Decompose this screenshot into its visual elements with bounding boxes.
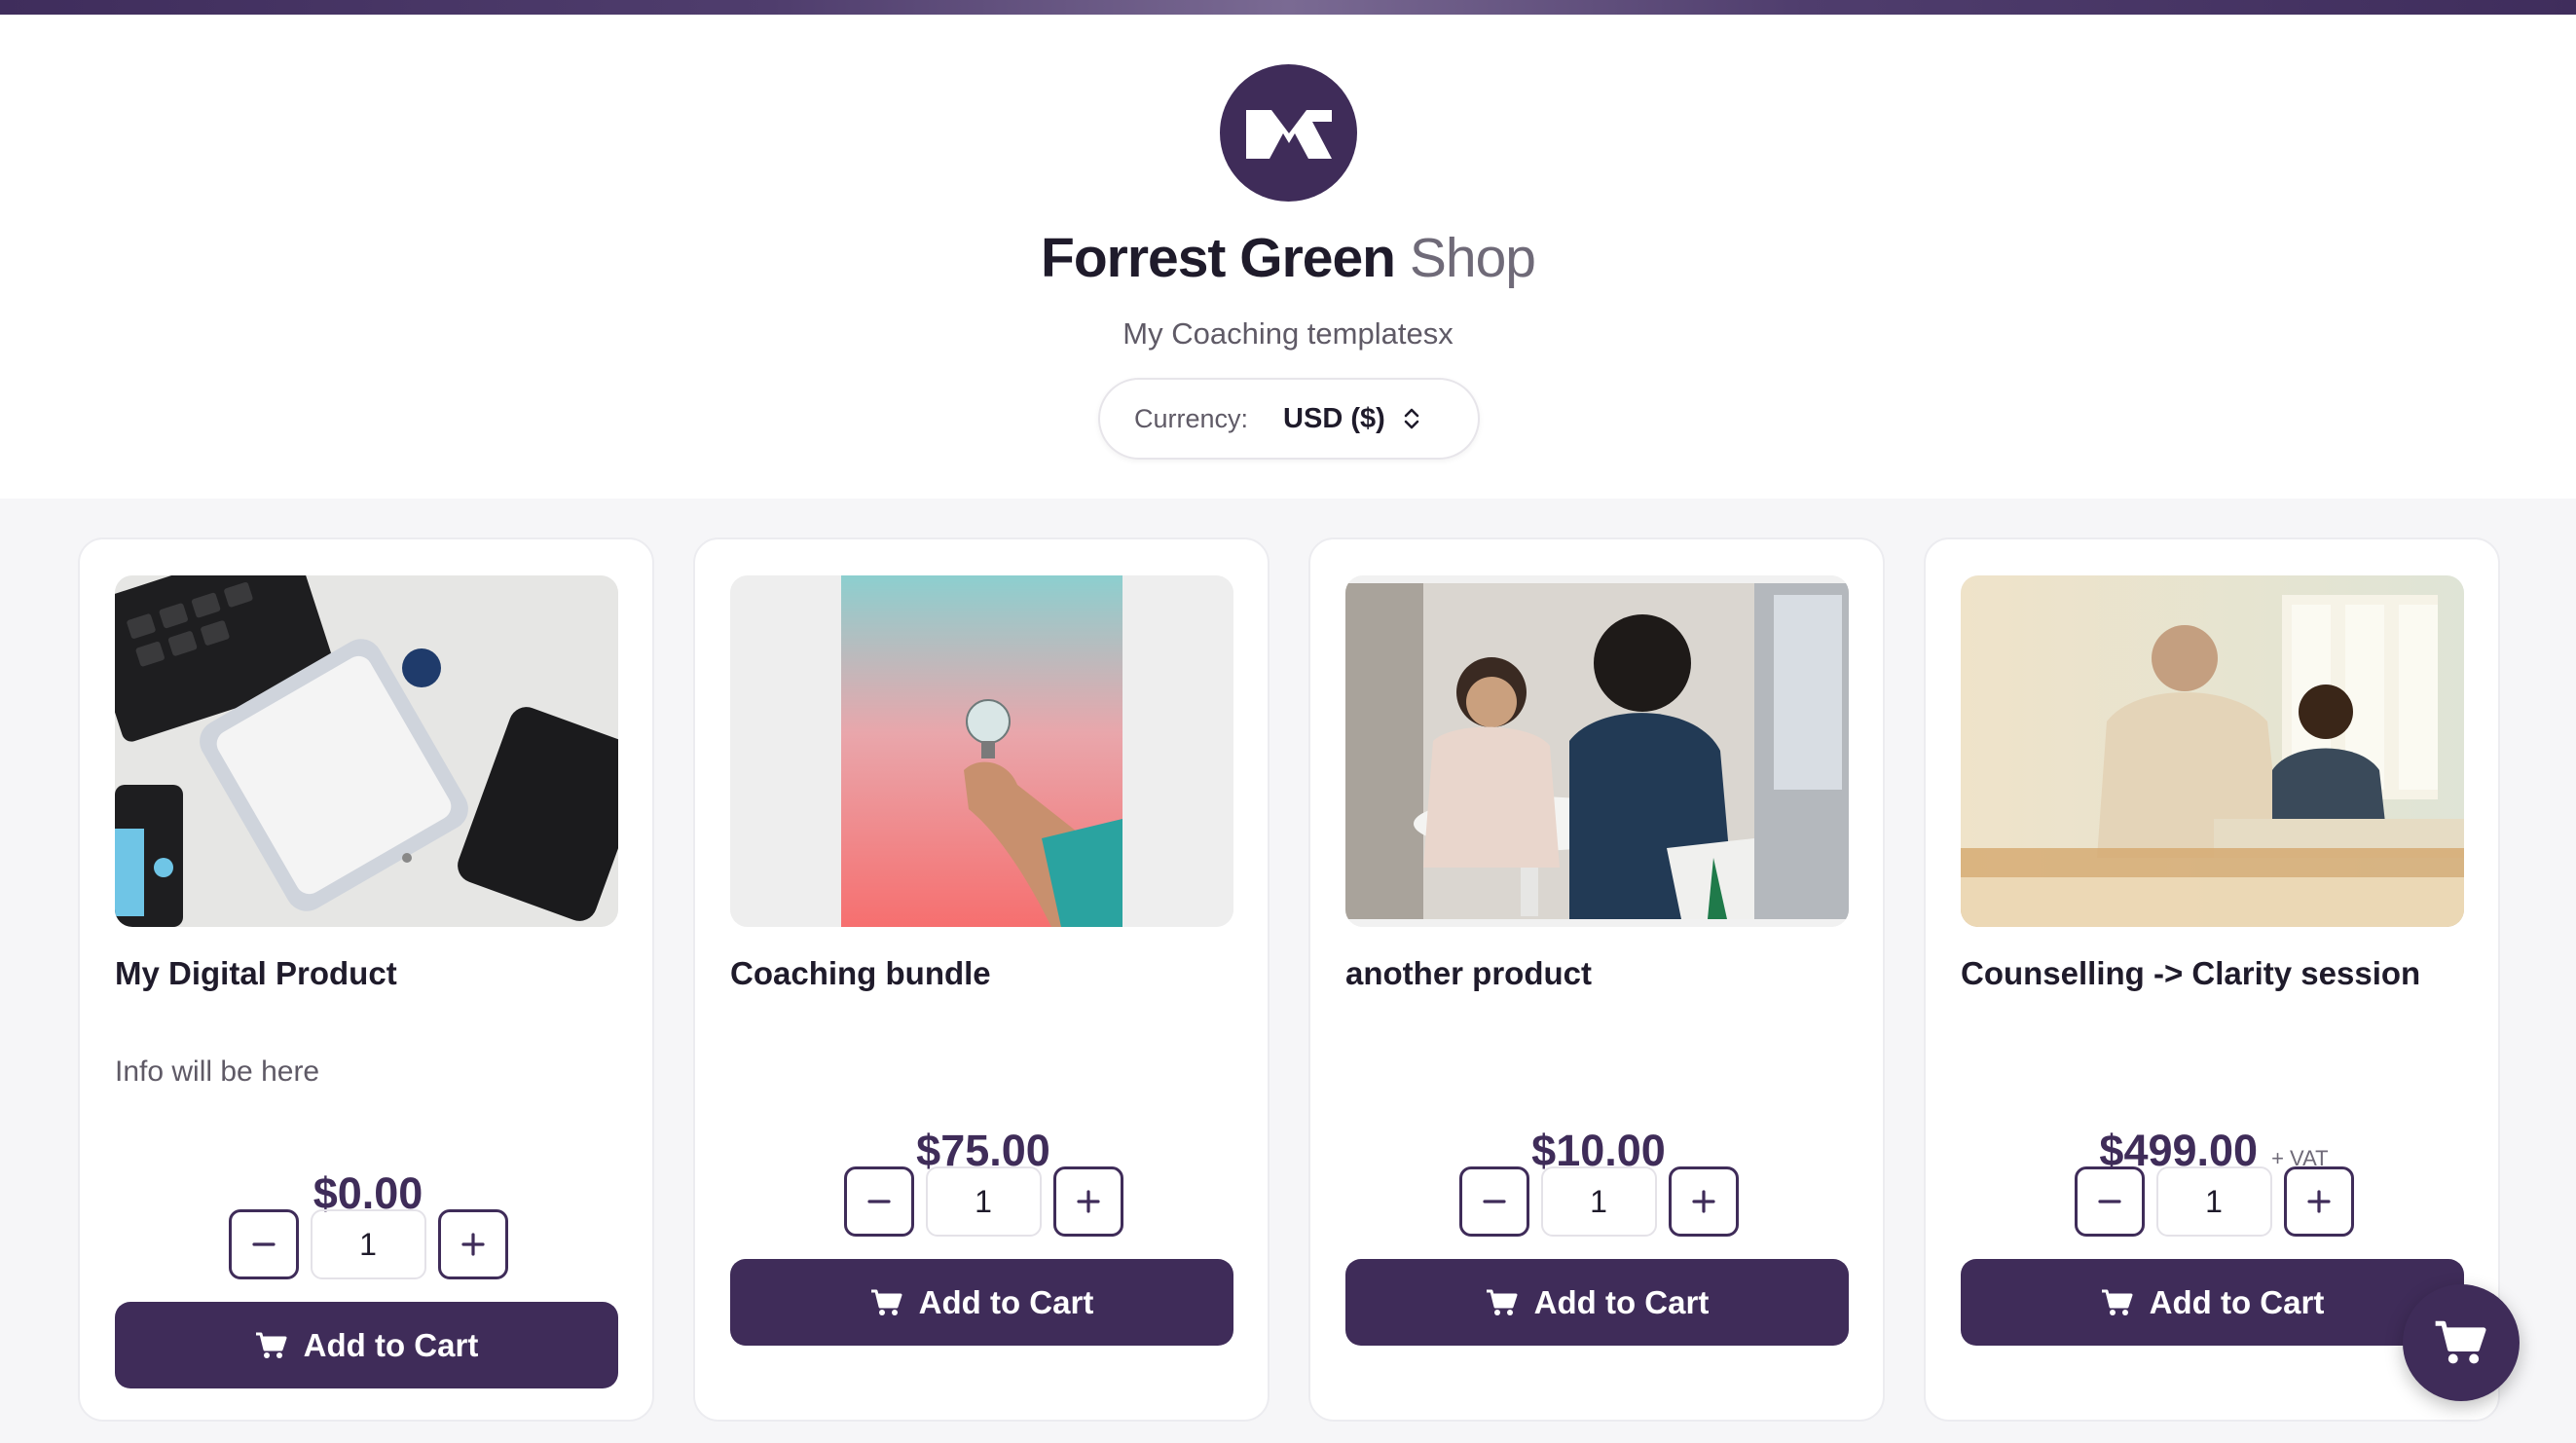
shop-name: Forrest Green: [1041, 227, 1396, 289]
shop-suffix: Shop: [1409, 227, 1536, 289]
minus-icon: [1482, 1200, 1506, 1203]
product-info: Info will be here: [115, 1055, 320, 1088]
add-to-cart-button[interactable]: Add to Cart: [115, 1302, 618, 1388]
shop-header: Forrest Green Shop My Coaching templates…: [0, 15, 2576, 499]
add-to-cart-button[interactable]: Add to Cart: [1961, 1259, 2464, 1346]
product-image[interactable]: [730, 575, 1233, 927]
plus-icon: [1691, 1190, 1715, 1213]
increment-button[interactable]: [1052, 1166, 1123, 1237]
product-card: another product $10.00 1 Add to Cart: [1308, 537, 1885, 1422]
product-card: Counselling -> Clarity session $499.00 + …: [1924, 537, 2500, 1422]
quantity-stepper: 1: [1926, 1166, 2502, 1237]
product-image[interactable]: [115, 575, 618, 927]
product-title[interactable]: Counselling -> Clarity session: [1961, 951, 2467, 996]
plus-icon: [1076, 1190, 1100, 1213]
add-to-cart-label: Add to Cart: [1533, 1283, 1710, 1320]
plus-icon: [2306, 1190, 2331, 1213]
currency-label: Currency:: [1134, 403, 1249, 433]
quantity-stepper: 1: [1310, 1166, 1887, 1237]
decrement-button[interactable]: [843, 1166, 914, 1237]
quantity-input[interactable]: 1: [310, 1209, 426, 1279]
shopping-cart-icon: [1486, 1289, 1518, 1315]
currency-selector[interactable]: Currency: USD ($): [1098, 378, 1480, 460]
shopping-cart-icon: [2435, 1320, 2486, 1364]
add-to-cart-button[interactable]: Add to Cart: [1345, 1259, 1849, 1346]
product-image[interactable]: [1345, 575, 1849, 927]
increment-button[interactable]: [2283, 1166, 2354, 1237]
product-title[interactable]: another product: [1345, 951, 1852, 996]
shop-title: Forrest Green Shop: [0, 219, 2576, 297]
quantity-stepper: 1: [695, 1166, 1271, 1237]
chevron-updown-icon: [1403, 406, 1420, 431]
plus-icon: [460, 1233, 485, 1256]
decrement-button[interactable]: [228, 1209, 299, 1279]
product-card: My Digital Product Info will be here $0.…: [78, 537, 654, 1422]
product-image[interactable]: [1961, 575, 2464, 927]
quantity-input[interactable]: 1: [925, 1166, 1042, 1237]
add-to-cart-button[interactable]: Add to Cart: [730, 1259, 1233, 1346]
minus-icon: [251, 1242, 276, 1246]
minus-icon: [2097, 1200, 2121, 1203]
currency-value: USD ($): [1283, 402, 1385, 434]
add-to-cart-label: Add to Cart: [2149, 1283, 2325, 1320]
quantity-input[interactable]: 1: [1540, 1166, 1657, 1237]
shop-subtitle: My Coaching templatesx: [1122, 316, 1454, 351]
quantity-input[interactable]: 1: [2155, 1166, 2272, 1237]
floating-cart-button[interactable]: [2403, 1284, 2520, 1401]
increment-button[interactable]: [1668, 1166, 1739, 1237]
product-title[interactable]: Coaching bundle: [730, 951, 1236, 996]
add-to-cart-label: Add to Cart: [303, 1326, 479, 1363]
increment-button[interactable]: [437, 1209, 508, 1279]
shopping-cart-icon: [2101, 1289, 2133, 1315]
product-card: Coaching bundle $75.00 1 Add to Cart: [693, 537, 1270, 1422]
quantity-stepper: 1: [80, 1209, 656, 1279]
top-accent-bar: [0, 0, 2576, 15]
decrement-button[interactable]: [2074, 1166, 2145, 1237]
add-to-cart-label: Add to Cart: [918, 1283, 1094, 1320]
shop-logo: [1220, 64, 1357, 202]
product-title[interactable]: My Digital Product: [115, 951, 621, 996]
shopping-cart-icon: [870, 1289, 902, 1315]
monogram-logo-icon: [1245, 109, 1332, 159]
decrement-button[interactable]: [1458, 1166, 1529, 1237]
shopping-cart-icon: [255, 1332, 287, 1358]
minus-icon: [866, 1200, 891, 1203]
